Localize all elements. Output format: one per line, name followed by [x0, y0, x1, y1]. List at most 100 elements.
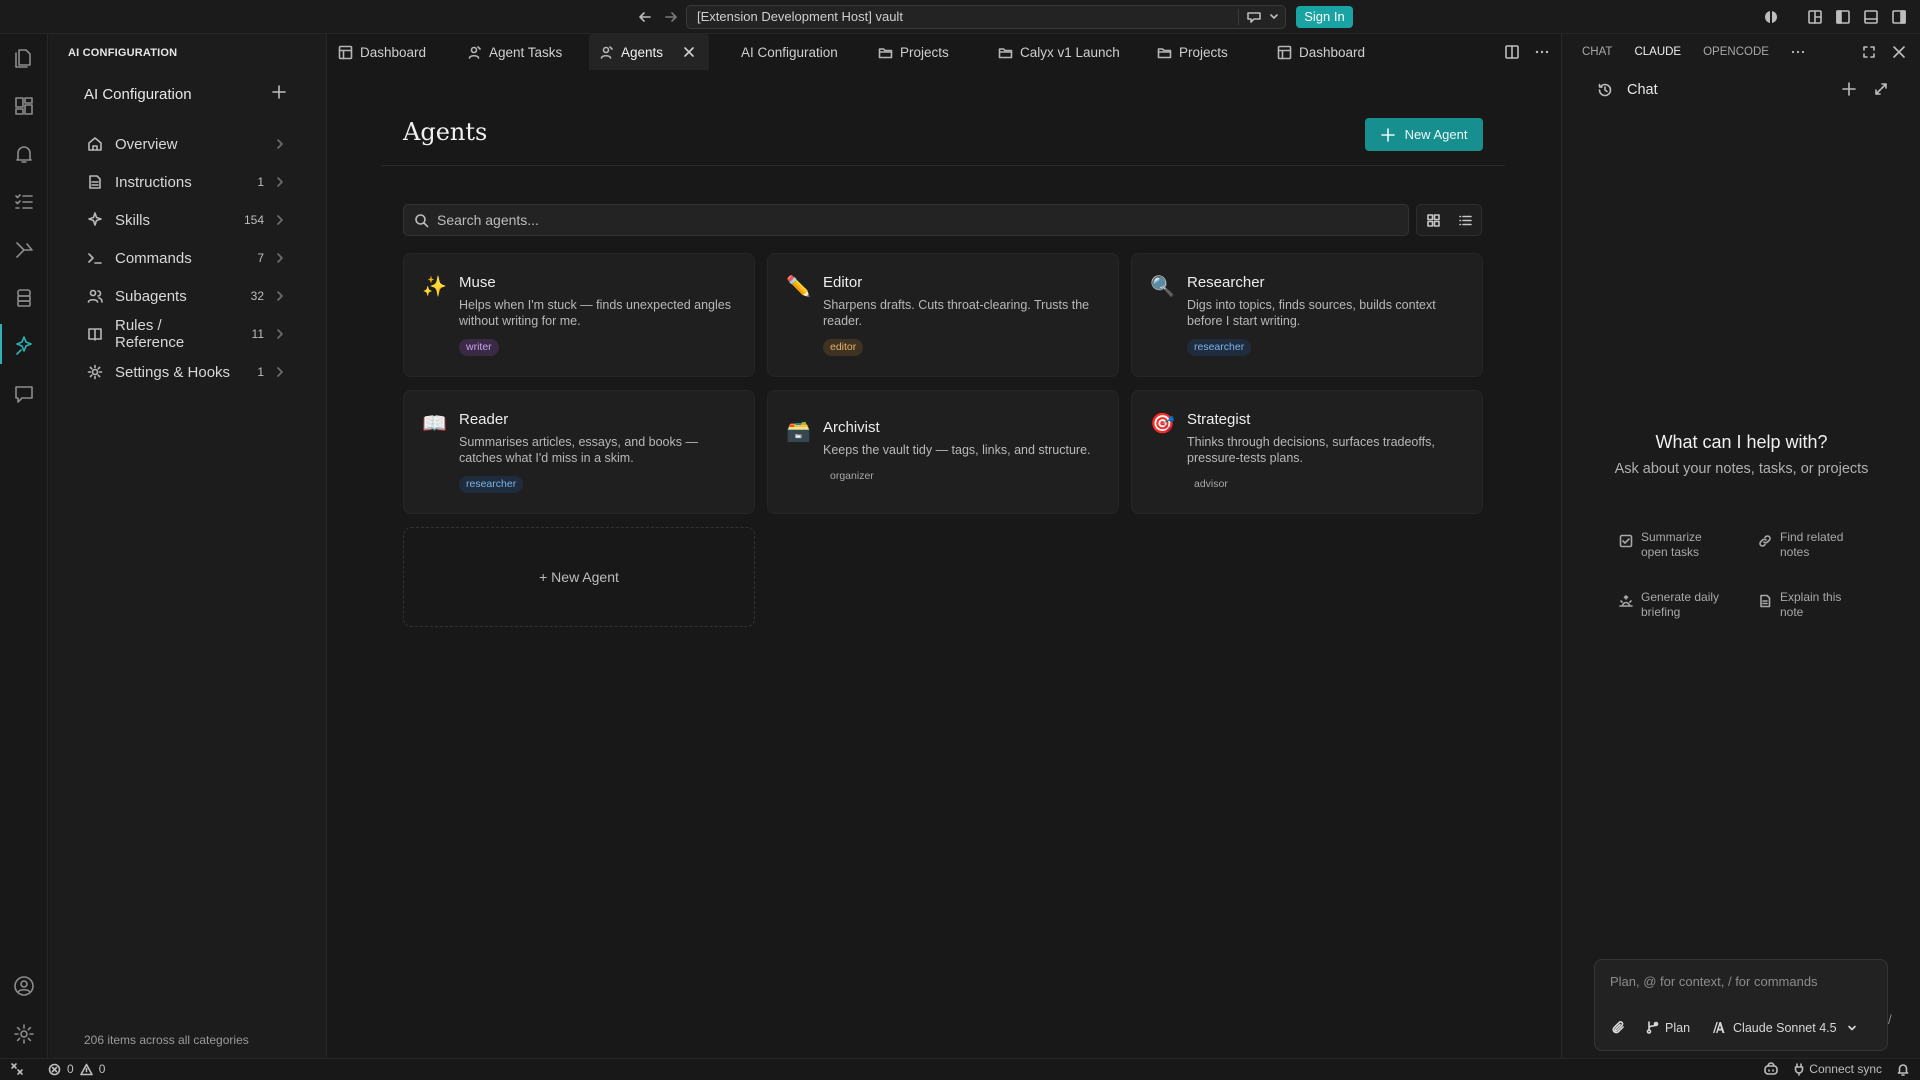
sidebar-item-subagents[interactable]: Subagents 32: [78, 281, 288, 311]
agent-card-reader[interactable]: 📖 Reader Summarises articles, essays, an…: [403, 390, 755, 514]
copilot-icon[interactable]: [1245, 9, 1263, 25]
new-agent-card[interactable]: + New Agent: [403, 527, 755, 627]
suggestion-summarize-open-tasks[interactable]: Summarize open tasks: [1619, 530, 1721, 560]
tab-agent-tasks[interactable]: Agent Tasks: [457, 34, 572, 70]
sidebar-item-commands[interactable]: Commands 7: [78, 243, 288, 273]
settings-gear-icon[interactable]: [12, 1022, 36, 1046]
sign-in-button[interactable]: Sign In: [1296, 6, 1353, 28]
list-view-icon[interactable]: [1458, 213, 1473, 228]
database-icon[interactable]: [12, 286, 36, 310]
tab-dashboard[interactable]: Dashboard: [328, 34, 436, 70]
chevron-down-icon[interactable]: [1269, 9, 1279, 25]
new-agent-button[interactable]: New Agent: [1365, 118, 1483, 151]
suggestion-label: Generate daily briefing: [1641, 590, 1720, 619]
tab-projects-2[interactable]: Projects: [1147, 34, 1238, 70]
error-icon[interactable]: [48, 1063, 61, 1076]
accounts-icon[interactable]: [1762, 8, 1780, 26]
toggle-secondary-sidebar-icon[interactable]: [1890, 8, 1908, 26]
magnifier-icon: 🔍: [1150, 274, 1175, 298]
agent-card-researcher[interactable]: 🔍 Researcher Digs into topics, finds sou…: [1131, 253, 1483, 377]
error-count[interactable]: 0: [67, 1062, 74, 1076]
agent-card-archivist[interactable]: 🗃️ Archivist Keeps the vault tidy — tags…: [767, 390, 1119, 514]
suggestion-explain-this-note[interactable]: Explain this note: [1758, 590, 1860, 620]
back-arrow-icon[interactable]: [636, 8, 654, 26]
command-center-divider: [1238, 9, 1239, 25]
tab-chat[interactable]: CHAT: [1582, 46, 1612, 58]
tab-opencode[interactable]: OPENCODE: [1703, 46, 1769, 58]
tab-projects[interactable]: Projects: [868, 34, 959, 70]
remote-icon[interactable]: [10, 1062, 24, 1076]
agent-name: Reader: [459, 411, 509, 428]
more-actions-icon[interactable]: [1534, 44, 1550, 60]
suggestion-find-related-notes[interactable]: Find related notes: [1758, 530, 1860, 560]
bell-icon[interactable]: [12, 142, 36, 166]
connect-sync-button[interactable]: Connect sync: [1793, 1062, 1882, 1076]
split-editor-icon[interactable]: [1504, 44, 1520, 60]
toggle-primary-sidebar-icon[interactable]: [1834, 8, 1852, 26]
chat-input[interactable]: [1610, 974, 1870, 989]
new-chat-icon[interactable]: [1842, 82, 1856, 96]
dashboard-icon[interactable]: [12, 94, 36, 118]
slash-hint: /: [1888, 1012, 1892, 1027]
sidebar-item-instructions[interactable]: Instructions 1: [78, 167, 288, 197]
sidebar-item-rules-reference[interactable]: Rules / Reference 11: [78, 317, 288, 351]
warning-count[interactable]: 0: [99, 1062, 106, 1076]
tab-calyx-v1-launch[interactable]: Calyx v1 Launch: [988, 34, 1130, 70]
ai-configuration-icon[interactable]: [12, 334, 36, 358]
copilot-status-icon[interactable]: [1763, 1062, 1779, 1076]
account-icon[interactable]: [12, 974, 36, 998]
close-icon[interactable]: [1892, 45, 1906, 59]
sidebar-item-label: Skills: [115, 211, 151, 229]
activity-bar: [0, 34, 48, 1058]
gear-icon: [87, 364, 103, 380]
maximize-icon[interactable]: [1862, 45, 1876, 59]
agent-card-editor[interactable]: ✏️ Editor Sharpens drafts. Cuts throat-c…: [767, 253, 1119, 377]
notifications-bell-icon[interactable]: [1896, 1062, 1910, 1076]
agent-tag: editor: [823, 339, 864, 356]
chevron-down-icon: [1847, 1023, 1857, 1033]
agent-name: Editor: [823, 274, 863, 291]
sidebar-item-label: Subagents: [115, 287, 187, 305]
tab-claude[interactable]: CLAUDE: [1634, 46, 1681, 58]
chevron-right-icon: [276, 291, 284, 301]
warning-icon[interactable]: [79, 1063, 93, 1076]
sidebar-item-skills[interactable]: Skills 154: [78, 205, 288, 235]
command-center[interactable]: [Extension Development Host] vault: [686, 5, 1286, 29]
layout-customize-icon[interactable]: [1806, 8, 1824, 26]
active-indicator: [0, 324, 2, 364]
source-control-icon[interactable]: [12, 238, 36, 262]
suggestion-label: Summarize open tasks: [1641, 530, 1702, 559]
tab-agents[interactable]: Agents: [589, 34, 709, 70]
chat-bubble-icon[interactable]: [12, 382, 36, 406]
explorer-icon[interactable]: [12, 46, 36, 70]
sidebar-item-overview[interactable]: Overview: [78, 129, 288, 159]
more-icon[interactable]: [1791, 46, 1805, 58]
expand-icon[interactable]: [1874, 82, 1888, 96]
target-icon: 🎯: [1150, 411, 1175, 435]
model-selector[interactable]: Claude Sonnet 4.5: [1712, 1021, 1857, 1035]
plug-icon: [1793, 1062, 1805, 1076]
grid-view-icon[interactable]: [1426, 213, 1441, 228]
page-title: Agents: [403, 118, 488, 146]
agent-card-muse[interactable]: ✨ Muse Helps when I'm stuck — finds unex…: [403, 253, 755, 377]
attach-icon[interactable]: [1611, 1020, 1626, 1035]
plus-icon[interactable]: [271, 84, 287, 100]
agent-card-strategist[interactable]: 🎯 Strategist Thinks through decisions, s…: [1131, 390, 1483, 514]
tab-ai-configuration[interactable]: AI Configuration: [731, 34, 848, 70]
plan-mode-button[interactable]: Plan: [1646, 1021, 1690, 1035]
sparkles-icon: ✨: [422, 274, 447, 298]
suggestion-generate-daily-briefing[interactable]: Generate daily briefing: [1619, 590, 1721, 620]
history-icon[interactable]: [1597, 82, 1613, 98]
search-input[interactable]: [437, 212, 1337, 228]
tab-dashboard-2[interactable]: Dashboard: [1267, 34, 1375, 70]
agents-page: Agents New Agent ✨ Muse Helps when I'm s…: [328, 70, 1560, 1058]
toggle-panel-icon[interactable]: [1862, 8, 1880, 26]
search-box[interactable]: [403, 204, 1409, 236]
sidebar-item-settings-hooks[interactable]: Settings & Hooks 1: [78, 357, 288, 387]
book-icon: [87, 326, 103, 342]
agent-tag: advisor: [1194, 478, 1228, 490]
forward-arrow-icon[interactable]: [662, 8, 680, 26]
task-list-icon[interactable]: [12, 190, 36, 214]
close-icon[interactable]: [683, 46, 695, 58]
sidebar-item-count: 1: [257, 365, 264, 379]
